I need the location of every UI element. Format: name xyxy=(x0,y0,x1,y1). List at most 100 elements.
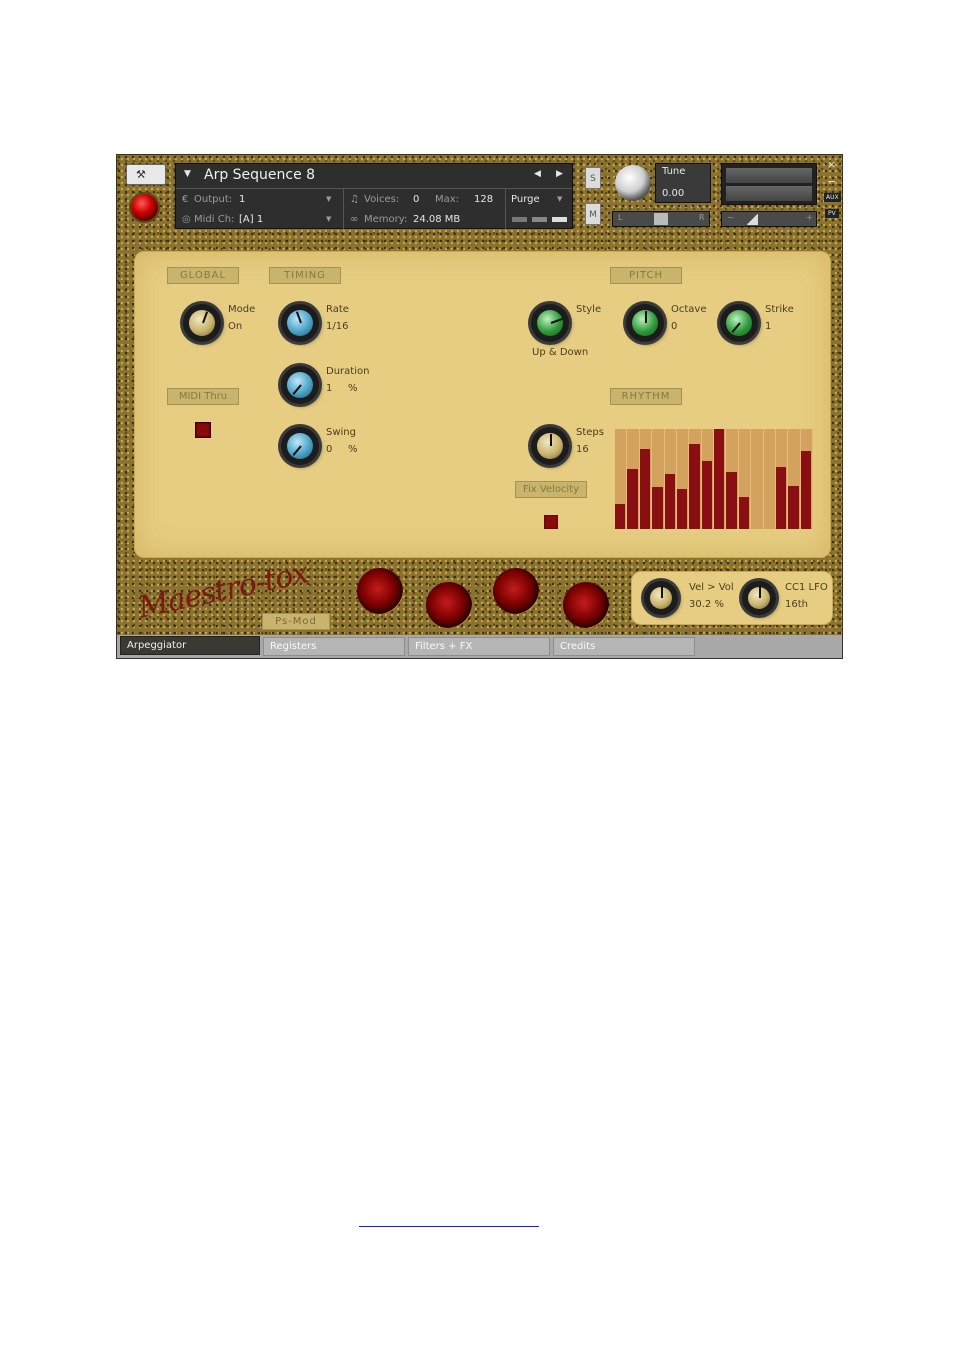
swing-label: Swing xyxy=(326,427,356,438)
rhythm-step-bar xyxy=(788,486,799,529)
tools-button[interactable]: ⚒ xyxy=(126,164,166,185)
pan-handle-icon[interactable] xyxy=(654,213,668,225)
tab-arpeggiator[interactable]: Arpeggiator xyxy=(120,636,260,655)
rhythm-step-12[interactable] xyxy=(751,429,764,529)
rhythm-step-10[interactable] xyxy=(726,429,739,529)
voices-value: 0 xyxy=(413,194,420,205)
link-underline[interactable] xyxy=(359,1226,539,1227)
pan-slider[interactable]: L R xyxy=(612,211,710,227)
output-label: Output: xyxy=(194,194,233,205)
output-icon: € xyxy=(182,194,189,205)
steps-knob[interactable] xyxy=(531,427,569,465)
header-vsep-2 xyxy=(505,189,506,229)
rhythm-step-7[interactable] xyxy=(689,429,702,529)
instrument-header: ▼ Arp Sequence 8 ◀ ▶ € Output: 1 ▼ ◎ Mid… xyxy=(175,163,573,229)
rhythm-step-6[interactable] xyxy=(676,429,690,529)
rhythm-step-grid[interactable] xyxy=(615,429,813,529)
duration-unit: % xyxy=(348,383,358,394)
output-dropdown-icon[interactable]: ▼ xyxy=(326,195,331,203)
tune-value[interactable]: 0.00 xyxy=(662,188,684,199)
mute-button[interactable]: M xyxy=(585,203,601,225)
rhythm-step-16[interactable] xyxy=(800,429,813,529)
strike-knob[interactable] xyxy=(720,304,758,342)
rhythm-step-bar xyxy=(652,487,663,529)
mod-knob-1[interactable] xyxy=(357,568,403,614)
rhythm-step-2[interactable] xyxy=(627,429,640,529)
tune-display: Tune 0.00 xyxy=(655,163,711,203)
style-knob[interactable] xyxy=(531,304,569,342)
cc1-lfo-knob[interactable] xyxy=(742,581,776,615)
fix-velocity-toggle[interactable] xyxy=(544,515,558,529)
rhythm-step-8[interactable] xyxy=(701,429,714,529)
rhythm-step-bar xyxy=(676,489,688,529)
midi-value[interactable]: [A] 1 xyxy=(239,214,263,225)
pan-left-label: L xyxy=(618,213,623,222)
duration-knob[interactable] xyxy=(281,366,319,404)
power-led-icon[interactable] xyxy=(131,194,158,221)
mod-knob-4[interactable] xyxy=(563,582,609,628)
rhythm-step-13[interactable] xyxy=(763,429,776,529)
tab-credits[interactable]: Credits xyxy=(553,637,695,656)
vel-vol-knob[interactable] xyxy=(644,581,678,615)
mode-knob[interactable] xyxy=(183,304,221,342)
rate-knob[interactable] xyxy=(281,304,319,342)
tab-registers[interactable]: Registers xyxy=(263,637,405,656)
instrument-name[interactable]: Arp Sequence 8 xyxy=(204,167,315,183)
rhythm-step-15[interactable] xyxy=(788,429,801,529)
volume-plus-label: + xyxy=(806,213,813,222)
tune-knob[interactable] xyxy=(615,165,651,201)
octave-knob[interactable] xyxy=(626,304,664,342)
duration-value: 1 xyxy=(326,383,333,394)
purge-dropdown-icon[interactable]: ▼ xyxy=(557,195,562,203)
rhythm-step-bar xyxy=(726,472,737,529)
max-value[interactable]: 128 xyxy=(474,194,493,205)
max-label: Max: xyxy=(435,194,460,205)
volume-slider[interactable]: − + xyxy=(721,211,817,227)
level-meter-right xyxy=(726,186,812,201)
rhythm-step-3[interactable] xyxy=(639,429,653,529)
aux-button[interactable]: AUX xyxy=(824,193,841,202)
memory-label: Memory: xyxy=(364,214,408,225)
cc1-lfo-label: CC1 LFO xyxy=(785,582,828,593)
purge-button[interactable]: Purge xyxy=(511,194,540,205)
pv-button[interactable]: PV xyxy=(825,209,839,218)
rhythm-step-5[interactable] xyxy=(664,429,677,529)
strike-value: 1 xyxy=(765,321,772,332)
rhythm-step-9[interactable] xyxy=(714,429,727,529)
memory-icon: ∞ xyxy=(350,214,359,225)
midi-dropdown-icon[interactable]: ▼ xyxy=(326,215,331,223)
rhythm-step-4[interactable] xyxy=(652,429,665,529)
purge-meter-1 xyxy=(512,217,527,222)
duration-label: Duration xyxy=(326,366,370,377)
midi-thru-toggle[interactable] xyxy=(195,422,211,438)
memory-value: 24.08 MB xyxy=(413,214,461,225)
output-value[interactable]: 1 xyxy=(239,194,245,205)
arpeggiator-panel: GLOBAL Mode On MIDI Thru TIMING Rate 1/1… xyxy=(134,251,831,558)
rhythm-section-label: RHYTHM xyxy=(610,388,682,405)
mod-knob-3[interactable] xyxy=(493,568,539,614)
vel-vol-value: 30.2 % xyxy=(689,599,724,610)
instrument-window: ⚒ ▼ Arp Sequence 8 ◀ ▶ € Output: 1 ▼ ◎ M… xyxy=(116,154,843,659)
rhythm-step-1[interactable] xyxy=(615,429,628,529)
rhythm-step-bar xyxy=(738,497,750,529)
volume-handle-icon[interactable] xyxy=(746,214,758,225)
prev-instrument-icon[interactable]: ◀ xyxy=(534,169,541,179)
swing-knob[interactable] xyxy=(281,427,319,465)
psmod-button[interactable]: Ps-Mod xyxy=(262,613,330,630)
mod-knob-2[interactable] xyxy=(426,582,472,628)
dropdown-arrow-icon[interactable]: ▼ xyxy=(184,169,191,179)
midi-icon: ◎ xyxy=(182,214,191,225)
level-meter-left xyxy=(726,168,812,183)
rhythm-step-14[interactable] xyxy=(775,429,789,529)
rhythm-step-bar xyxy=(800,451,811,529)
minimize-icon[interactable]: − xyxy=(827,175,836,188)
close-icon[interactable]: × xyxy=(827,158,836,171)
solo-button[interactable]: S xyxy=(585,167,601,189)
mode-label: Mode xyxy=(228,304,256,315)
rhythm-step-11[interactable] xyxy=(738,429,752,529)
next-instrument-icon[interactable]: ▶ xyxy=(556,169,563,179)
strike-label: Strike xyxy=(765,304,794,315)
tab-filters-fx[interactable]: Filters + FX xyxy=(408,637,550,656)
rhythm-step-bar xyxy=(639,449,651,529)
header-vsep xyxy=(343,189,344,229)
